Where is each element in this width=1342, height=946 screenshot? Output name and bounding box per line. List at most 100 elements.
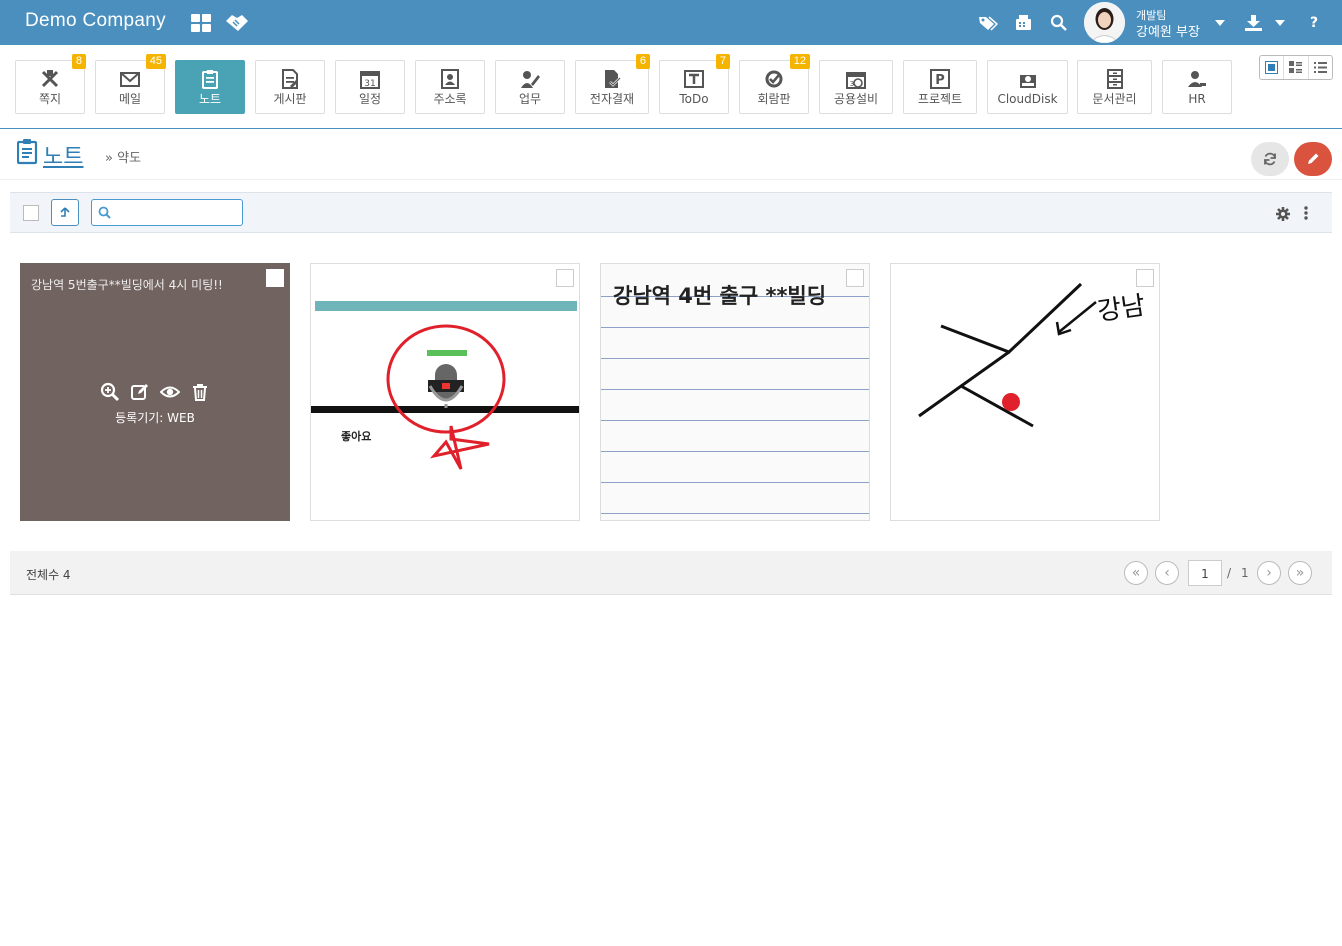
- module-label: 전자결재: [589, 92, 635, 106]
- document-cabinet-icon: [1078, 61, 1151, 91]
- ruled-line: [601, 358, 869, 359]
- module-bar: 쪽지 8 메일 45 노트 게시판 31 일정 주소록 업무 전자결재 6 ToDo 7 회람판 12 3 공용설…: [0, 45, 1342, 129]
- search-icon[interactable]: [1047, 0, 1069, 45]
- fax-icon[interactable]: [1012, 0, 1034, 45]
- module-project[interactable]: P 프로젝트: [903, 60, 977, 114]
- next-page-button[interactable]: ›: [1257, 561, 1281, 585]
- list-footer: 전체수 4 « ‹ 1 / 1 › »: [10, 551, 1332, 595]
- edit-icon[interactable]: [130, 382, 150, 402]
- module-address-book[interactable]: 주소록: [415, 60, 485, 114]
- module-document-cabinet[interactable]: 문서관리: [1077, 60, 1152, 114]
- unread-count-badge: 6: [635, 54, 650, 69]
- search-icon: [98, 206, 111, 219]
- note-card[interactable]: 강남역 5번출구**빌딩에서 4시 미팅!! 등록기기: WEB: [20, 263, 290, 521]
- page-number-input[interactable]: 1: [1188, 560, 1222, 586]
- note-card[interactable]: 강남: [890, 263, 1160, 521]
- first-page-button[interactable]: «: [1124, 561, 1148, 585]
- refresh-button[interactable]: [1251, 142, 1289, 176]
- ruled-line: [601, 513, 869, 514]
- user-name[interactable]: 강예원 부장: [1136, 21, 1200, 40]
- notepad-icon: [176, 61, 244, 91]
- breadcrumb-folder[interactable]: 약도: [117, 151, 141, 166]
- ruled-line: [601, 420, 869, 421]
- page-separator: /: [1227, 566, 1232, 580]
- note-text: 강남역 5번출구**빌딩에서 4시 미팅!!: [31, 278, 223, 292]
- module-facility[interactable]: 3 공용설비: [819, 60, 893, 114]
- module-label: 주소록: [433, 92, 467, 106]
- total-count: 전체수 4: [26, 568, 71, 582]
- view-switcher: [1259, 55, 1333, 80]
- module-mail[interactable]: 메일 45: [95, 54, 166, 114]
- note-card[interactable]: 좋아요: [310, 263, 580, 521]
- note-checkbox[interactable]: [556, 269, 574, 287]
- module-calendar[interactable]: 31 일정: [335, 60, 405, 114]
- module-label: HR: [1188, 92, 1206, 106]
- module-label: 메일: [118, 92, 142, 106]
- module-board[interactable]: 게시판: [255, 60, 325, 114]
- tag-icon[interactable]: [976, 0, 1000, 45]
- handwritten-text: 강남역 4번 출구 **빌딩: [613, 284, 827, 308]
- select-all-checkbox[interactable]: [23, 205, 39, 221]
- module-label: 일정: [358, 92, 382, 106]
- ruled-line: [601, 482, 869, 483]
- facility-icon: 3: [820, 61, 892, 91]
- view-detail-icon[interactable]: [1284, 56, 1309, 79]
- more-vertical-icon[interactable]: [1304, 206, 1308, 220]
- note-checkbox[interactable]: [846, 269, 864, 287]
- note-card[interactable]: 강남역 4번 출구 **빌딩: [600, 263, 870, 521]
- module-label: 문서관리: [1092, 92, 1137, 106]
- trash-icon[interactable]: [190, 382, 210, 402]
- module-circular[interactable]: 회람판 12: [739, 54, 810, 114]
- breadcrumb: » 약도: [105, 147, 141, 166]
- ruled-line: [601, 389, 869, 390]
- module-task[interactable]: 업무: [495, 60, 565, 114]
- company-name[interactable]: Demo Company: [25, 10, 166, 32]
- board-icon: [256, 61, 324, 91]
- module-approval[interactable]: 전자결재 6: [575, 54, 650, 114]
- prev-page-button[interactable]: ‹: [1155, 561, 1179, 585]
- module-label: 게시판: [273, 92, 307, 106]
- last-page-button[interactable]: »: [1288, 561, 1312, 585]
- module-todo[interactable]: ToDo 7: [659, 54, 730, 114]
- note-checkbox[interactable]: [1136, 269, 1154, 287]
- handshake-icon[interactable]: [224, 0, 250, 45]
- module-label: 노트: [198, 92, 222, 106]
- page-header: 노트 » 약도: [0, 130, 1342, 180]
- address-book-icon: [416, 61, 484, 91]
- module-note-message[interactable]: 쪽지 8: [15, 54, 86, 114]
- search-input[interactable]: [91, 199, 243, 226]
- eye-icon[interactable]: [160, 382, 180, 402]
- note-checkbox[interactable]: [266, 269, 284, 287]
- upper-folder-button[interactable]: [51, 199, 79, 226]
- pencil-icon: [1308, 153, 1319, 164]
- view-list-icon[interactable]: [1309, 56, 1332, 79]
- note-image-voice-memo: [311, 301, 579, 470]
- module-cloud-disk[interactable]: CloudDisk: [987, 60, 1068, 114]
- notepad-icon: [17, 139, 38, 165]
- calendar-icon: 31: [336, 61, 404, 91]
- download-menu-chevron-down-icon[interactable]: [1273, 0, 1287, 45]
- zoom-in-icon[interactable]: [100, 382, 120, 402]
- user-menu-chevron-down-icon[interactable]: [1213, 0, 1227, 45]
- ruled-line: [601, 451, 869, 452]
- cloud-disk-icon: [988, 61, 1067, 91]
- svg-text:31: 31: [364, 79, 375, 89]
- module-label: 쪽지: [38, 92, 62, 106]
- module-notepad[interactable]: 노트: [175, 60, 245, 114]
- project-icon: P: [904, 61, 976, 91]
- page-title[interactable]: 노트: [43, 139, 83, 171]
- top-bar: Demo Company 개발팀 강예원 부장 ?: [0, 0, 1342, 45]
- grid-apps-icon[interactable]: [190, 0, 212, 45]
- arrow-up-icon: [60, 206, 70, 217]
- view-card-icon[interactable]: [1260, 56, 1285, 79]
- module-label: 공용설비: [833, 92, 879, 106]
- ruled-line: [601, 327, 869, 328]
- note-actions: [21, 382, 289, 402]
- handwritten-text: 강남: [1095, 290, 1148, 328]
- download-icon[interactable]: [1243, 0, 1263, 45]
- gear-icon[interactable]: [1276, 207, 1290, 221]
- new-note-button[interactable]: [1294, 142, 1332, 176]
- module-hr-person[interactable]: HR: [1162, 60, 1232, 114]
- help-icon[interactable]: ?: [1305, 0, 1323, 45]
- user-avatar[interactable]: [1084, 2, 1125, 43]
